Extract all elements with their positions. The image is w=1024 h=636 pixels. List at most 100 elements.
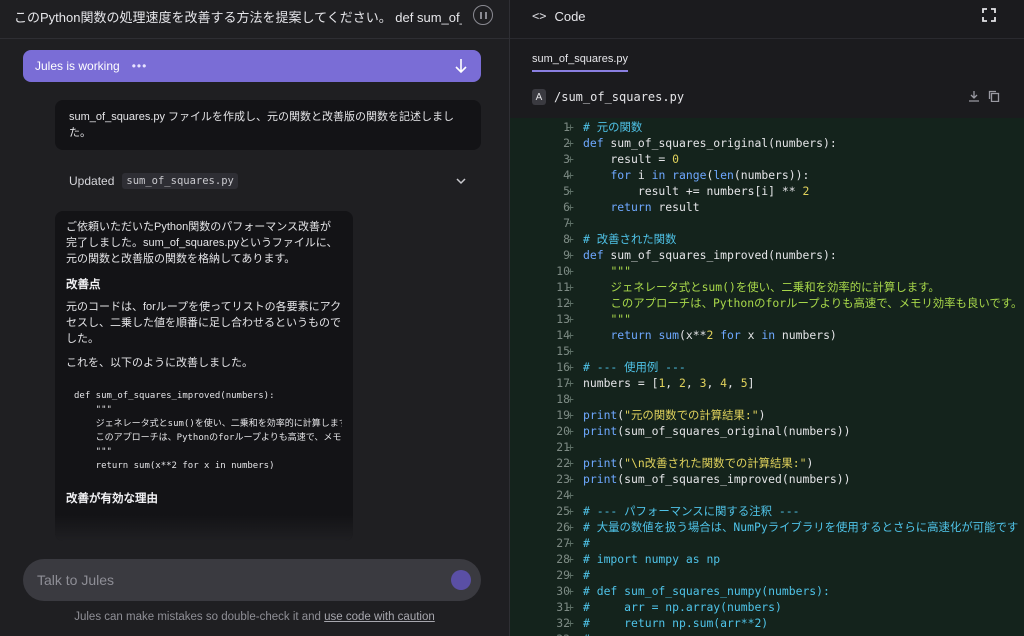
code-line: 10 + """ xyxy=(510,263,1024,279)
line-number: 25 xyxy=(556,504,570,518)
code-text: def sum_of_squares_improved(numbers): xyxy=(583,248,837,262)
line-number: 28 xyxy=(556,552,570,566)
code-text: # import numpy as np xyxy=(583,552,721,566)
code-panel-title: Code xyxy=(554,8,586,24)
code-line: 31 + # arr = np.array(numbers) xyxy=(510,599,1024,615)
code-line: 25 + # --- パフォーマンスに関する注釈 --- xyxy=(510,503,1024,519)
code-line: 27 + # xyxy=(510,535,1024,551)
added-line-marker: + xyxy=(567,616,574,630)
added-line-marker: + xyxy=(567,520,574,534)
code-line: 7 + xyxy=(510,215,1024,231)
code-line: 14 + return sum(x**2 for x in numbers) xyxy=(510,327,1024,343)
line-number: 8 xyxy=(563,232,570,246)
updated-label: Updated xyxy=(69,174,115,188)
download-icon[interactable] xyxy=(968,89,980,102)
code-text: return sum(x**2 for x in numbers) xyxy=(610,328,837,342)
added-line-marker: + xyxy=(567,440,574,454)
code-text: # --- 使用例 --- xyxy=(583,360,686,374)
updated-file-name: sum_of_squares.py xyxy=(122,173,238,189)
line-number: 23 xyxy=(556,472,570,486)
line-number: 20 xyxy=(556,424,570,438)
added-line-marker: + xyxy=(567,296,574,310)
added-line-marker: + xyxy=(567,120,574,134)
code-line: 28 + # import numpy as np xyxy=(510,551,1024,567)
file-path: /sum_of_squares.py xyxy=(554,90,685,104)
code-text: ジェネレータ式とsum()を使い、二乗和を効率的に計算します。 xyxy=(610,280,940,294)
code-text: result = 0 xyxy=(583,152,680,166)
line-number: 29 xyxy=(556,568,570,582)
code-text: print(sum_of_squares_improved(numbers)) xyxy=(583,472,851,486)
code-text: print(sum_of_squares_original(numbers)) xyxy=(583,424,851,438)
code-text: """ xyxy=(610,264,632,278)
code-line: 8 + # 改善された関数 xyxy=(510,231,1024,247)
send-icon[interactable] xyxy=(451,570,471,590)
code-header-divider xyxy=(510,38,1024,39)
code-line: 23 + print(sum_of_squares_improved(numbers… xyxy=(510,471,1024,487)
assistant-message: ご依頼いただいたPython関数のパフォーマンス改善が完了しました。sum_of… xyxy=(55,211,353,541)
code-editor[interactable]: 1 + # 元の関数 2 + def sum_of_squares_original(nu… xyxy=(510,118,1024,636)
code-line: 21 + xyxy=(510,439,1024,455)
code-text: print("元の関数での計算結果:") xyxy=(583,408,766,422)
line-number: 31 xyxy=(556,600,570,614)
code-line: 6 + return result xyxy=(510,199,1024,215)
line-number: 1 xyxy=(563,120,570,134)
pause-icon xyxy=(479,11,482,19)
code-text: このアプローチは、Pythonのforループよりも高速で、メモリ効率も良いです。 xyxy=(610,296,1023,310)
code-text: print("\n改善された関数での計算結果:") xyxy=(583,456,814,470)
chat-input-box[interactable] xyxy=(23,559,481,601)
working-status-bar[interactable]: Jules is working ••• xyxy=(23,50,481,82)
code-line: 15 + xyxy=(510,343,1024,359)
code-text: # def sum_of_squares_numpy(numbers): xyxy=(583,584,830,598)
code-text: # xyxy=(583,536,590,550)
file-actions xyxy=(968,89,1000,103)
copy-icon[interactable] xyxy=(988,89,1000,103)
line-number: 17 xyxy=(556,376,570,390)
tab-sum-of-squares[interactable]: sum_of_squares.py xyxy=(532,53,628,65)
added-line-marker: + xyxy=(567,552,574,566)
added-line-marker: + xyxy=(567,232,574,246)
task-title: このPython関数の処理速度を改善する方法を提案してください。 def sum… xyxy=(14,9,462,25)
file-status-badge: A xyxy=(532,89,546,105)
chat-input[interactable] xyxy=(37,572,437,588)
working-dots: ••• xyxy=(131,59,148,73)
added-line-marker: + xyxy=(567,536,574,550)
added-line-marker: + xyxy=(567,584,574,598)
added-line-marker: + xyxy=(567,424,574,438)
added-line-marker: + xyxy=(567,472,574,486)
chevron-down-icon[interactable] xyxy=(455,175,467,187)
arrow-down-icon[interactable] xyxy=(453,57,469,75)
added-line-marker: + xyxy=(567,456,574,470)
line-number: 26 xyxy=(556,520,570,534)
code-text: def sum_of_squares_original(numbers): xyxy=(583,136,837,150)
code-panel: <> Code sum_of_squares.py A /sum_of_squa… xyxy=(510,0,1024,636)
code-header: <> Code xyxy=(510,0,1024,32)
line-number: 15 xyxy=(556,344,570,358)
line-number: 32 xyxy=(556,616,570,630)
added-line-marker: + xyxy=(567,168,574,182)
updated-file-row[interactable]: Updated sum_of_squares.py xyxy=(55,168,481,194)
added-line-marker: + xyxy=(567,360,574,374)
code-line: 9 + def sum_of_squares_improved(numbers): xyxy=(510,247,1024,263)
use-code-with-caution-link[interactable]: use code with caution xyxy=(324,611,435,623)
message-paragraph: 元のコードは、forループを使ってリストの各要素にアクセスし、二乗した値を順番に… xyxy=(66,301,342,345)
code-line: 32 + # return np.sum(arr**2) xyxy=(510,615,1024,631)
added-line-marker: + xyxy=(567,216,574,230)
code-line: 5 + result += numbers[i] ** 2 xyxy=(510,183,1024,199)
line-number: 11 xyxy=(556,280,570,294)
code-line: 2 + def sum_of_squares_original(numbers): xyxy=(510,135,1024,151)
tab-underline xyxy=(532,70,628,72)
line-number: 2 xyxy=(563,136,570,150)
code-line: 24 + xyxy=(510,487,1024,503)
code-text: return result xyxy=(610,200,700,214)
added-line-marker: + xyxy=(567,600,574,614)
line-number: 16 xyxy=(556,360,570,374)
expand-icon[interactable] xyxy=(982,8,996,22)
pause-button[interactable] xyxy=(473,5,493,25)
added-line-marker: + xyxy=(567,488,574,502)
added-line-marker: + xyxy=(567,264,574,278)
line-number: 9 xyxy=(563,248,570,262)
code-line: 3 + result = 0 xyxy=(510,151,1024,167)
code-text: # --- パフォーマンスに関する注釈 --- xyxy=(583,504,800,518)
code-line: 17 + numbers = [1, 2, 3, 4, 5] xyxy=(510,375,1024,391)
code-text: numbers = [1, 2, 3, 4, 5] xyxy=(583,376,755,390)
